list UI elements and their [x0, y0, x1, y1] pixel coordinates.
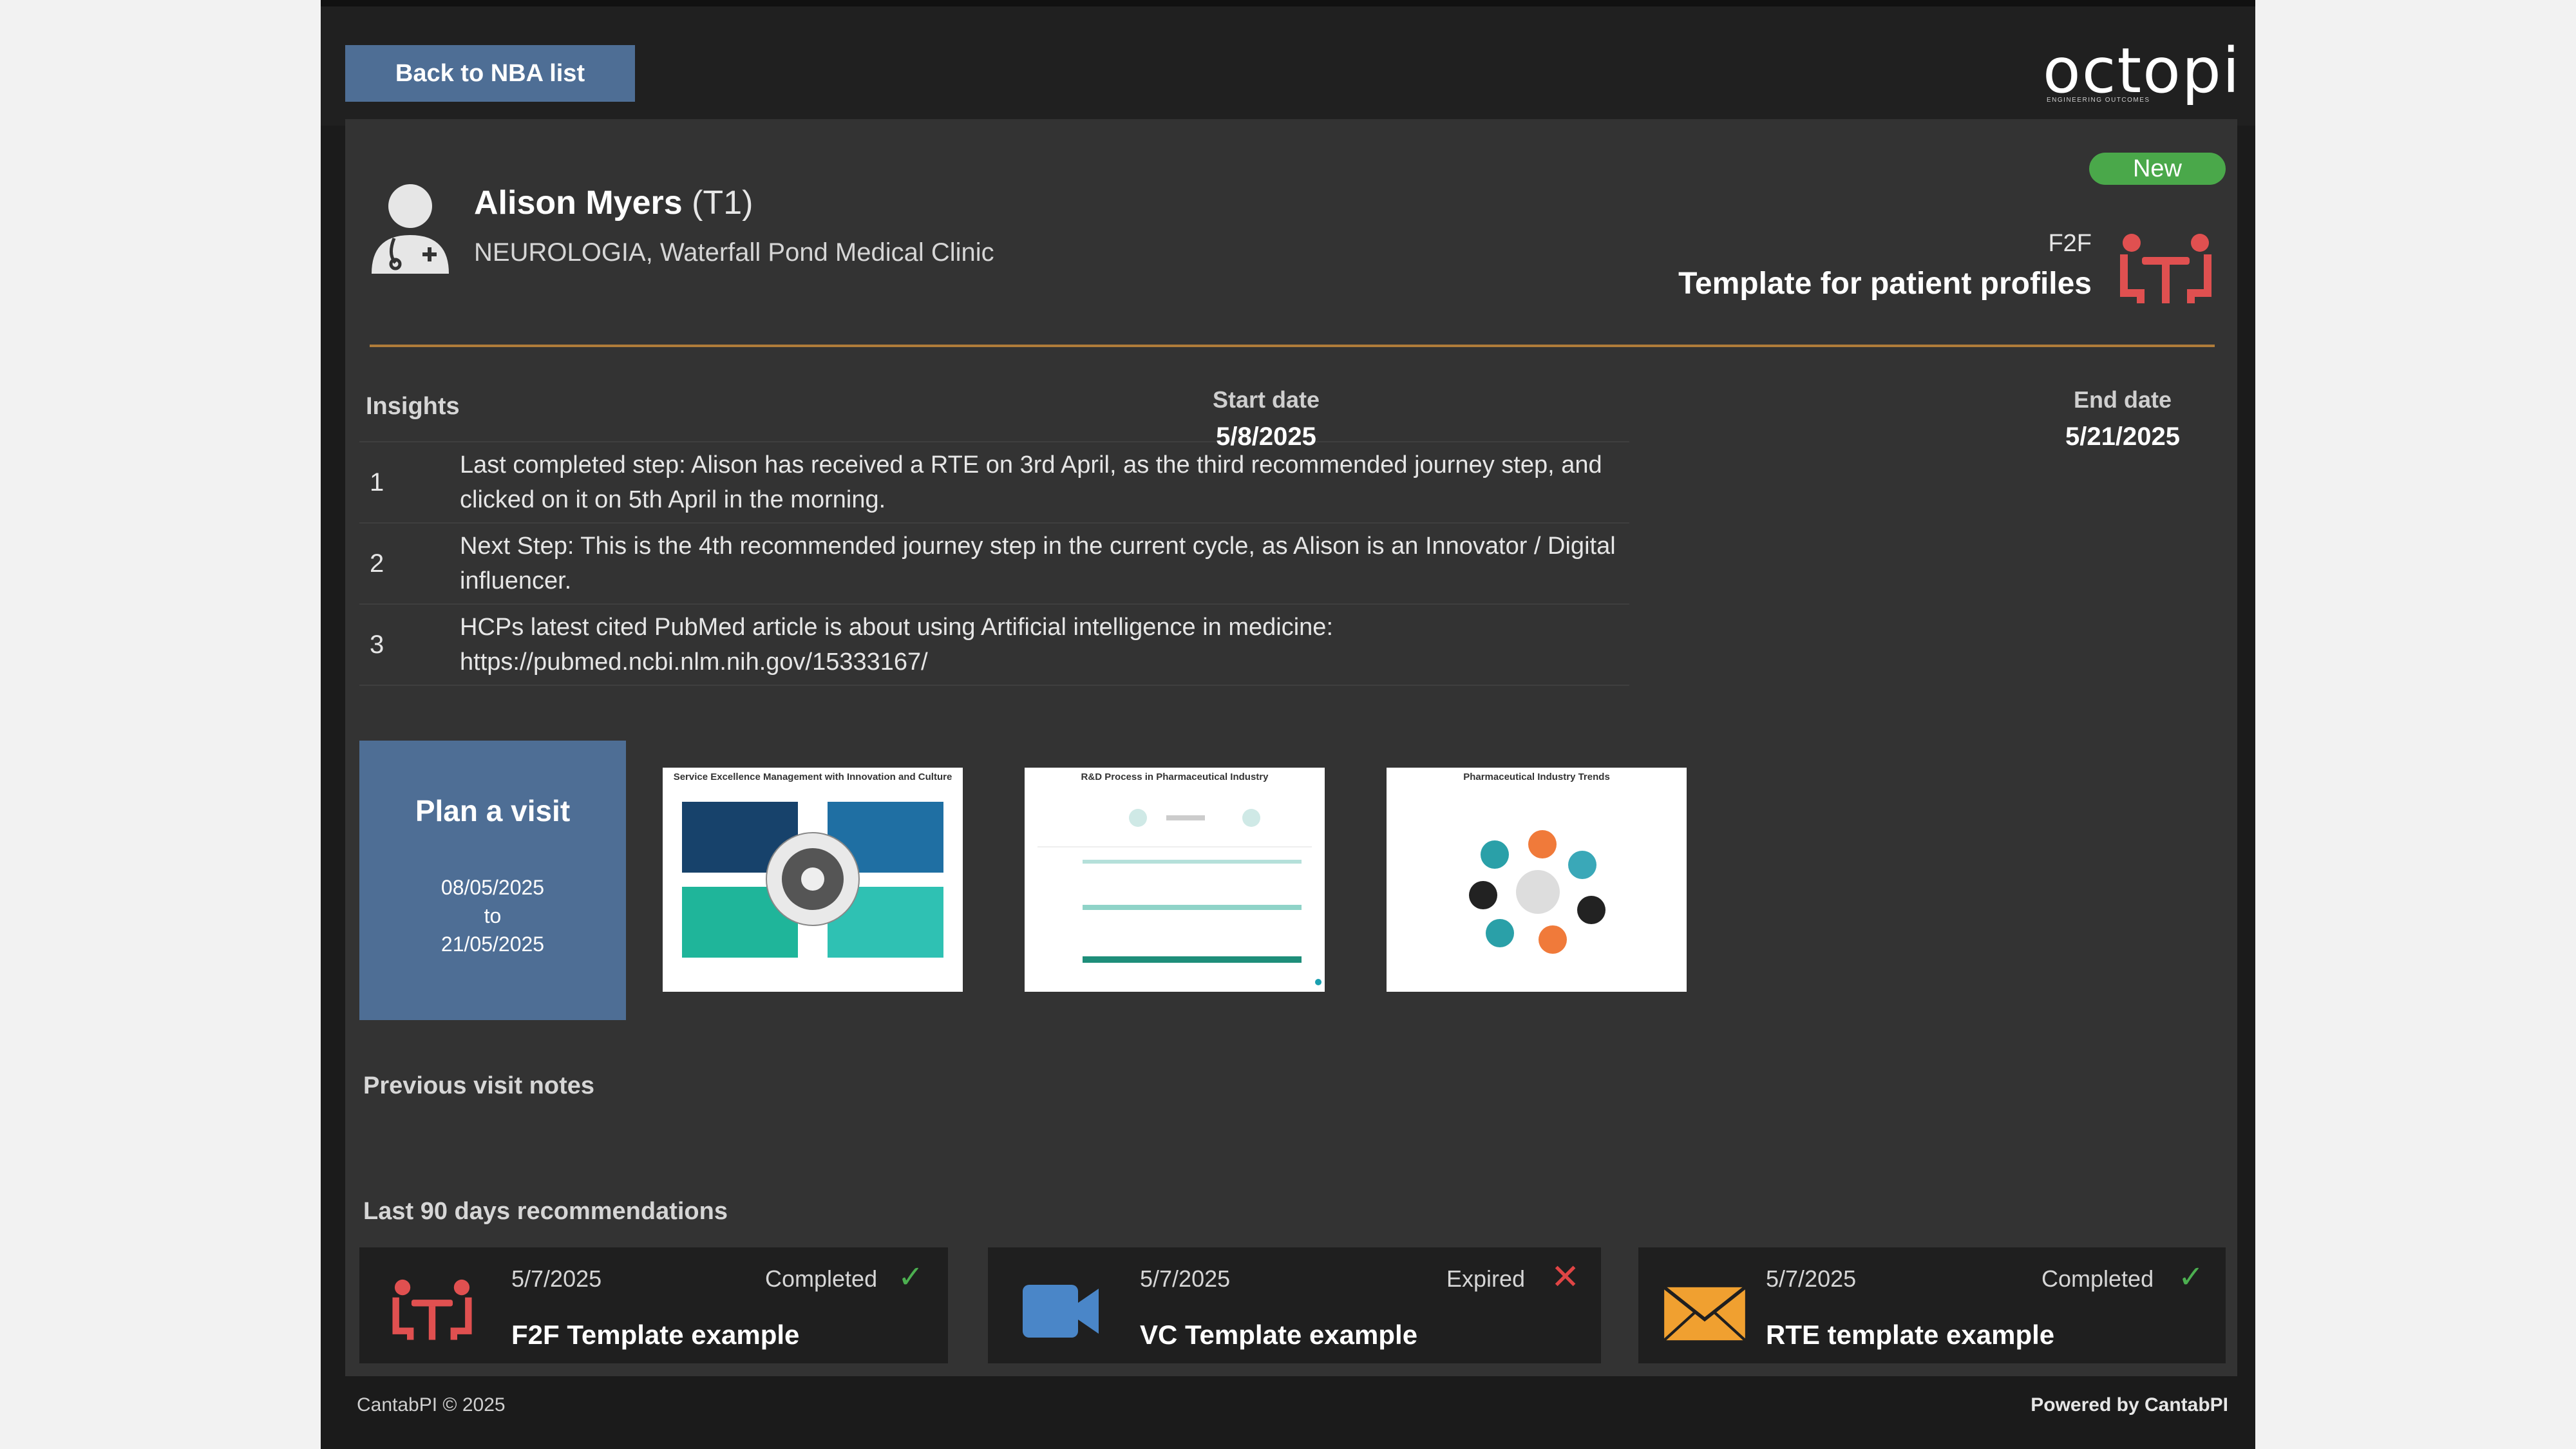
history-card[interactable]: 5/7/2025 Completed ✓ RTE template exampl…	[1638, 1247, 2226, 1363]
previous-visit-notes-title: Previous visit notes	[363, 1072, 595, 1099]
insight-number: 1	[370, 468, 384, 497]
start-date-label: Start date	[1212, 386, 1320, 413]
envelope-icon	[1663, 1285, 1747, 1341]
status-badge: New	[2089, 153, 2226, 185]
check-icon: ✓	[898, 1260, 924, 1294]
content-thumbnail-service-excellence[interactable]: Service Excellence Management with Innov…	[663, 768, 963, 992]
thumbnail-title: R&D Process in Pharmaceutical Industry	[1081, 772, 1269, 782]
plan-title: Plan a visit	[415, 794, 571, 828]
rd-process-preview-image	[1037, 809, 1321, 985]
end-date-value: 5/21/2025	[2065, 422, 2180, 451]
plan-date-to: 21/05/2025	[440, 933, 545, 956]
plan-a-visit-button[interactable]: Plan a visit 08/05/2025 to 21/05/2025	[359, 741, 626, 1020]
plan-date-from: 08/05/2025	[440, 876, 545, 899]
history-date: 5/7/2025	[1766, 1265, 1857, 1292]
history-card[interactable]: 5/7/2025 Completed ✓ F2F Template exampl…	[359, 1247, 948, 1363]
insight-row: 3 HCPs latest cited PubMed article is ab…	[359, 603, 1629, 686]
back-to-nba-list-button[interactable]: Back to NBA list	[345, 45, 635, 102]
plan-date-to-word: to	[484, 904, 502, 927]
end-date-block: End date 5/21/2025	[2020, 386, 2226, 451]
footer-copyright: CantabPI © 2025	[357, 1394, 506, 1416]
last-90-days-title: Last 90 days recommendations	[363, 1198, 728, 1225]
content-thumbnail-pharma-trends[interactable]: Pharmaceutical Industry Trends	[1387, 768, 1687, 992]
service-excellence-preview-image	[682, 802, 943, 958]
hcp-name-text: Alison Myers	[474, 184, 683, 222]
insight-number: 3	[370, 630, 384, 659]
app-frame: Back to NBA list octopi ENGINEERING OUTC…	[321, 0, 2255, 1449]
start-date-value: 5/8/2025	[1216, 422, 1316, 451]
thumbnail-title: Pharmaceutical Industry Trends	[1463, 772, 1610, 782]
insight-text: Next Step: This is the 4th recommended j…	[460, 533, 1616, 594]
history-template-name: RTE template example	[1766, 1320, 2055, 1350]
close-x-icon: ✕	[1551, 1258, 1580, 1296]
history-card[interactable]: 5/7/2025 Expired ✕ VC Template example	[988, 1247, 1601, 1363]
f2f-meeting-icon	[2120, 234, 2211, 303]
main-panel: Alison Myers (T1) NEUROLOGIA, Waterfall …	[345, 119, 2237, 1376]
template-name: Template for patient profiles	[1678, 267, 2092, 301]
history-status: Expired	[1446, 1265, 1526, 1292]
history-date: 5/7/2025	[1140, 1265, 1231, 1292]
doctor-avatar-icon	[372, 184, 449, 274]
history-status: Completed	[765, 1265, 878, 1292]
end-date-label: End date	[2073, 386, 2172, 413]
octopi-logo: octopi ENGINEERING OUTCOMES	[2043, 35, 2241, 109]
video-camera-icon	[1023, 1285, 1099, 1338]
channel-code: F2F	[2048, 230, 2092, 257]
content-thumbnail-rd-process[interactable]: R&D Process in Pharmaceutical Industry	[1025, 768, 1325, 992]
f2f-meeting-icon	[392, 1279, 472, 1340]
history-status: Completed	[2041, 1265, 2154, 1292]
insight-row: 1 Last completed step: Alison has receiv…	[359, 441, 1629, 522]
hcp-tier: (T1)	[692, 184, 753, 222]
insight-text: HCPs latest cited PubMed article is abou…	[460, 614, 1333, 676]
header-divider	[370, 345, 2215, 347]
top-bar: Back to NBA list octopi ENGINEERING OUTC…	[321, 0, 2255, 126]
insight-number: 2	[370, 549, 384, 578]
history-template-name: F2F Template example	[511, 1320, 800, 1350]
insight-text: Last completed step: Alison has received…	[460, 451, 1602, 513]
logo-wordmark: octopi	[2043, 35, 2241, 107]
footer-powered-by: Powered by CantabPI	[2031, 1394, 2228, 1416]
history-template-name: VC Template example	[1140, 1320, 1418, 1350]
start-date-block: Start date 5/8/2025	[1163, 386, 1369, 451]
thumbnail-title: Service Excellence Management with Innov…	[673, 772, 952, 782]
insights-table: 1 Last completed step: Alison has receiv…	[359, 441, 1629, 686]
hcp-organization: NEUROLOGIA, Waterfall Pond Medical Clini…	[474, 238, 994, 267]
insight-row: 2 Next Step: This is the 4th recommended…	[359, 522, 1629, 603]
check-icon: ✓	[2178, 1260, 2204, 1294]
history-date: 5/7/2025	[511, 1265, 602, 1292]
hcp-name: Alison Myers (T1)	[474, 184, 753, 222]
pharma-trends-preview-image	[1469, 830, 1605, 954]
plan-dates: 08/05/2025 to 21/05/2025	[359, 873, 626, 958]
insights-title: Insights	[366, 393, 460, 420]
